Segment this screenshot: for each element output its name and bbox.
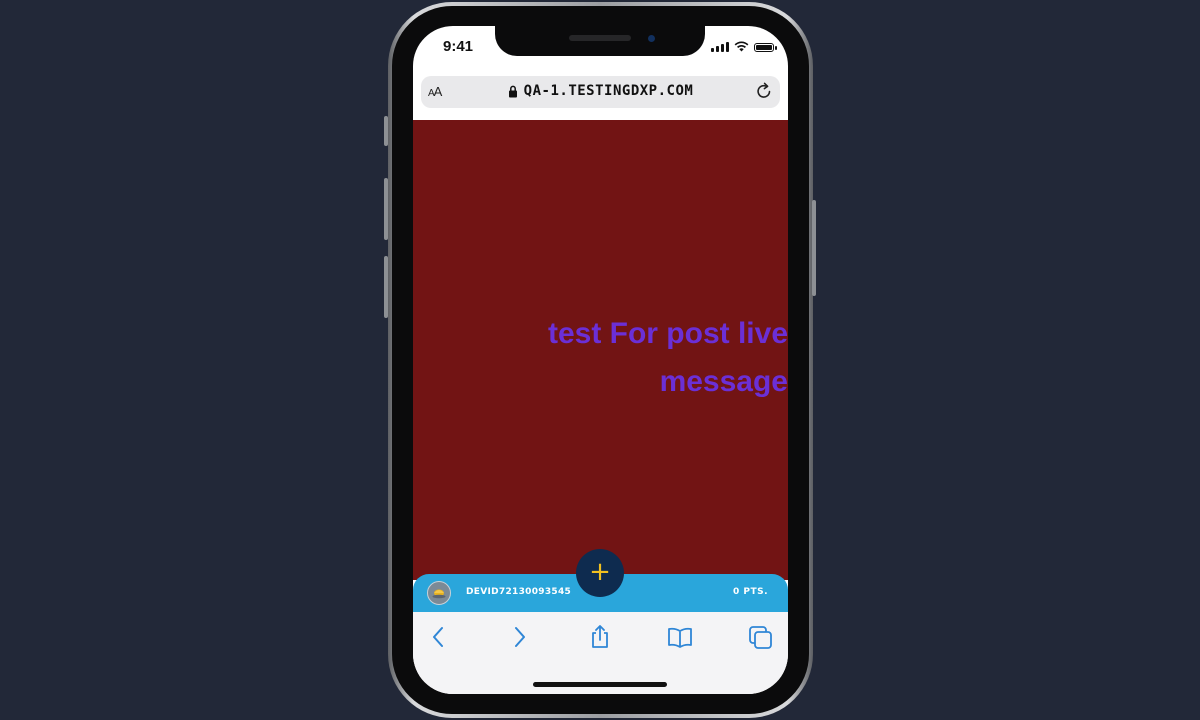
status-icons xyxy=(711,41,777,52)
bookmarks-icon[interactable] xyxy=(667,624,693,650)
front-camera xyxy=(648,35,655,42)
mute-switch xyxy=(384,116,388,146)
wifi-icon xyxy=(734,41,749,52)
share-icon[interactable] xyxy=(587,624,613,650)
tabs-icon[interactable] xyxy=(747,624,773,650)
points-counter: 0 PTS. xyxy=(732,587,768,597)
power-button xyxy=(812,200,816,296)
add-button[interactable]: + xyxy=(576,549,624,597)
phone-screen: 9:41 AA QA-1.TESTINGDXP.COM test For pos… xyxy=(413,26,788,694)
avatar-icon xyxy=(432,589,446,599)
speaker-grille xyxy=(569,35,631,41)
status-time: 9:41 xyxy=(443,38,474,55)
forward-icon[interactable] xyxy=(506,624,532,650)
live-message-headline: test For post live message xyxy=(547,317,788,398)
battery-icon xyxy=(754,43,777,52)
back-icon[interactable] xyxy=(426,624,452,650)
lock-icon xyxy=(508,85,517,97)
reload-icon[interactable] xyxy=(754,81,774,101)
address-bar[interactable]: AA QA-1.TESTINGDXP.COM xyxy=(421,76,780,108)
volume-up-button xyxy=(384,178,388,240)
avatar[interactable] xyxy=(427,581,451,605)
volume-down-button xyxy=(384,256,388,318)
url-text: QA-1.TESTINGDXP.COM xyxy=(523,83,694,99)
home-indicator[interactable] xyxy=(533,682,667,687)
cellular-signal-icon xyxy=(711,42,729,52)
page-content: test For post live message xyxy=(413,120,788,580)
notch xyxy=(495,26,705,56)
username: DEVID72130093545 xyxy=(466,587,572,597)
url-display[interactable]: QA-1.TESTINGDXP.COM xyxy=(421,83,780,99)
